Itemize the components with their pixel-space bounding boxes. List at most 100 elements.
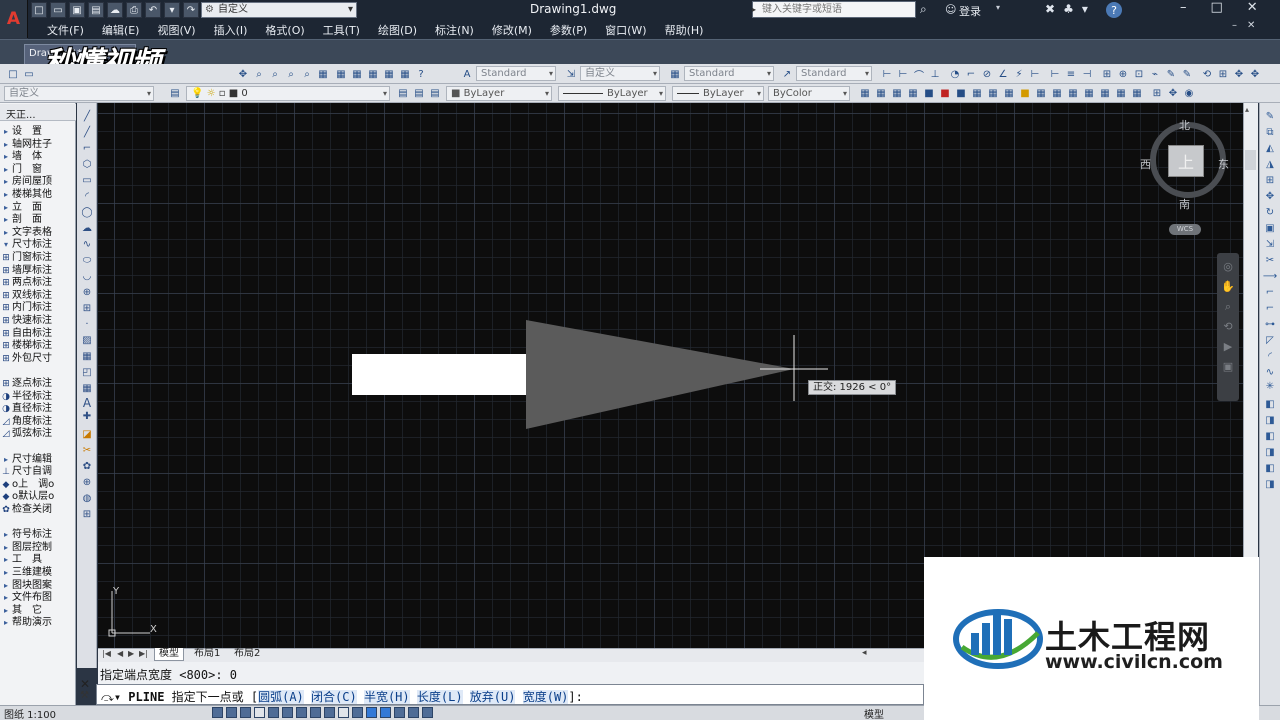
lwt-icon[interactable] xyxy=(352,707,363,718)
hatch-icon[interactable]: ▨ xyxy=(80,334,94,347)
palette-item[interactable]: ◑ 直径标注 xyxy=(0,403,76,416)
dim-linear-icon[interactable]: ⊢ xyxy=(880,67,894,81)
palette-item[interactable]: ⊞ 逐点标注 xyxy=(0,378,76,391)
palette-item[interactable]: ▸ 帮助演示 xyxy=(0,617,76,630)
redo-icon[interactable]: ↷ xyxy=(183,2,199,18)
draw-tool-c-icon[interactable]: ✿ xyxy=(80,460,94,473)
menu-file[interactable]: 文件(F) xyxy=(38,22,93,38)
draworder-back-icon[interactable]: ◨ xyxy=(1263,414,1277,427)
menu-tools[interactable]: 工具(T) xyxy=(314,22,369,38)
layer-tool-a-icon[interactable]: ▦ xyxy=(1098,86,1112,100)
dim-space-icon[interactable]: ≡ xyxy=(1064,67,1078,81)
exchange-icon[interactable]: ✖ xyxy=(1045,2,1055,16)
menu-help[interactable]: 帮助(H) xyxy=(656,22,713,38)
model-space-button[interactable]: 模型 xyxy=(864,706,884,720)
palette-item[interactable]: ⊞ 门窗标注 xyxy=(0,252,76,265)
palette-item[interactable]: ▸ 设 置 xyxy=(0,126,76,139)
palette-item[interactable]: ⊞ 快速标注 xyxy=(0,315,76,328)
palette-item[interactable]: ▸ 文字表格 xyxy=(0,227,76,240)
palette-item[interactable]: ▸ 符号标注 xyxy=(0,529,76,542)
layer-lock-icon[interactable]: ■ xyxy=(938,86,952,100)
chamfer-icon[interactable]: ◸ xyxy=(1263,334,1277,347)
workspace-dropdown[interactable]: ⚙ 自定义 ▾ xyxy=(201,2,357,18)
palette-item[interactable]: ▸ 尺寸编辑 xyxy=(0,454,76,467)
undo-dropdown-icon[interactable]: ▾ xyxy=(164,2,180,18)
layer-freeze-icon[interactable]: ■ xyxy=(922,86,936,100)
menu-format[interactable]: 格式(O) xyxy=(256,22,313,38)
tab-layout2[interactable]: 布局2 xyxy=(230,648,264,661)
layer-delete-icon[interactable]: ▦ xyxy=(1050,86,1064,100)
command-option[interactable]: 半宽(H) xyxy=(363,690,410,704)
dim-aligned-icon[interactable]: ⊢ xyxy=(896,67,910,81)
layer-change-icon[interactable]: ▦ xyxy=(986,86,1000,100)
jogged-linear-icon[interactable]: ⌁ xyxy=(1148,67,1162,81)
palette-item[interactable]: ▸ 剖 面 xyxy=(0,214,76,227)
layer-tool-b-icon[interactable]: ▦ xyxy=(1114,86,1128,100)
palette-item[interactable]: ◑ 半径标注 xyxy=(0,391,76,404)
apps-icon[interactable]: ♣ xyxy=(1063,2,1074,16)
app-menu-button[interactable]: A xyxy=(0,0,28,38)
dim-text-edit-icon[interactable]: ✎ xyxy=(1180,67,1194,81)
help-icon[interactable]: ? xyxy=(1106,2,1122,18)
viewcube-top-face[interactable]: 上 xyxy=(1168,145,1204,177)
draw-tool-e-icon[interactable]: ◍ xyxy=(80,492,94,505)
tpy-icon[interactable] xyxy=(366,707,377,718)
dim-diameter-icon[interactable]: ⊘ xyxy=(980,67,994,81)
layer-walk-icon[interactable]: ■ xyxy=(1018,86,1032,100)
make-current-icon[interactable]: ▤ xyxy=(396,86,410,100)
menu-window[interactable]: 窗口(W) xyxy=(596,22,655,38)
dim-break-icon[interactable]: ⊣ xyxy=(1080,67,1094,81)
dyn-icon[interactable] xyxy=(338,707,349,718)
new-icon[interactable]: □ xyxy=(6,67,20,81)
draw-tool-b-icon[interactable]: ✂ xyxy=(80,444,94,457)
join-icon[interactable]: ⊶ xyxy=(1263,318,1277,331)
login-link[interactable]: 登录 xyxy=(959,3,981,19)
palette-item[interactable]: ⊞ 楼梯标注 xyxy=(0,340,76,353)
layer-properties-icon[interactable]: ▤ xyxy=(168,86,182,100)
palette-item[interactable]: ◿ 角度标注 xyxy=(0,416,76,429)
tab-model[interactable]: 模型 xyxy=(154,648,184,661)
command-option[interactable]: 放弃(U) xyxy=(469,690,516,704)
print-icon[interactable]: ⎙ xyxy=(126,2,142,18)
ellipse-icon[interactable]: ⬭ xyxy=(80,254,94,267)
markup-icon[interactable]: ▦ xyxy=(382,67,396,81)
layer-tool-d-icon[interactable]: ⊞ xyxy=(1150,86,1164,100)
palette-item[interactable]: ▸ 图层控制 xyxy=(0,542,76,555)
qp-icon[interactable] xyxy=(380,707,391,718)
lineweight-select[interactable]: ByLayer ▾ xyxy=(672,86,764,101)
nav-showmotion-icon[interactable]: ▶ xyxy=(1221,340,1235,354)
line-icon[interactable]: ╱ xyxy=(80,110,94,123)
layer-match-icon[interactable]: ▦ xyxy=(970,86,984,100)
otrack-icon[interactable] xyxy=(310,707,321,718)
dim-style-icon[interactable]: ⇲ xyxy=(564,67,578,81)
offset-icon[interactable]: ◮ xyxy=(1263,158,1277,171)
draw-tool-f-icon[interactable]: ⊞ xyxy=(80,508,94,521)
text-style-icon[interactable]: A xyxy=(460,67,474,81)
break-at-point-icon[interactable]: ⌐ xyxy=(1263,286,1277,299)
hscroll-left-icon[interactable]: ◂ xyxy=(862,648,867,658)
layer-on-icon[interactable]: ▦ xyxy=(1082,86,1096,100)
copy-icon[interactable]: ⧉ xyxy=(1263,126,1277,139)
layer-select[interactable]: 💡 ☼ ▫ ■ 0 ▾ xyxy=(186,86,390,101)
menu-parametric[interactable]: 参数(P) xyxy=(541,22,596,38)
tolerance-icon[interactable]: ⊞ xyxy=(1100,67,1114,81)
draworder-above-icon[interactable]: ◧ xyxy=(1263,430,1277,443)
draw-tool-d-icon[interactable]: ⊕ xyxy=(80,476,94,489)
palette-item[interactable]: ✿ 检查关闭 xyxy=(0,504,76,517)
table-style-icon[interactable]: ▦ xyxy=(668,67,682,81)
draw-tool-a-icon[interactable]: ◪ xyxy=(80,428,94,441)
ortho-icon[interactable] xyxy=(254,707,265,718)
doc-close-icon[interactable]: ✕ xyxy=(1247,20,1255,31)
palette-item[interactable]: ▸ 楼梯其他 xyxy=(0,189,76,202)
table-icon[interactable]: ▦ xyxy=(80,382,94,395)
text-style-select[interactable]: Standard ▾ xyxy=(476,66,556,81)
tool-palettes-icon[interactable]: ▦ xyxy=(350,67,364,81)
grid-icon[interactable] xyxy=(240,707,251,718)
hatch-back-icon[interactable]: ◨ xyxy=(1263,478,1277,491)
layer-iso-icon[interactable]: ▦ xyxy=(874,86,888,100)
point-icon[interactable]: · xyxy=(80,318,94,331)
nav-zoom-icon[interactable]: ⌕ xyxy=(1221,300,1235,314)
insert-block-icon[interactable]: ⊕ xyxy=(80,286,94,299)
save-icon[interactable]: ▣ xyxy=(69,2,85,18)
prev-layout-icon[interactable]: ◀ xyxy=(117,649,123,658)
